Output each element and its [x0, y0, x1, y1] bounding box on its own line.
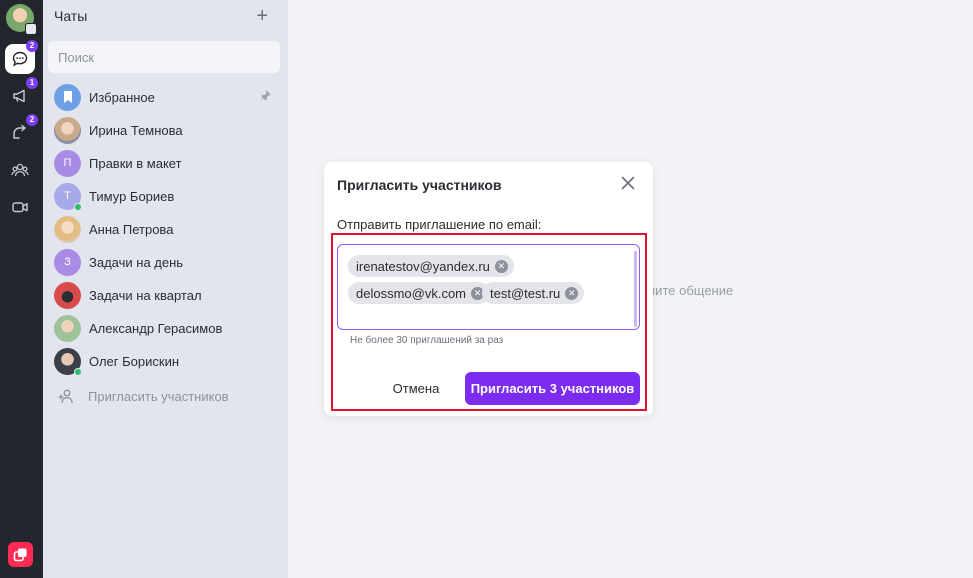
invite-modal: Пригласить участников Отправить приглаше… [324, 162, 653, 416]
chat-name: Правки в макет [89, 155, 182, 171]
cancel-button[interactable]: Отмена [384, 372, 448, 404]
chat-item-favorites[interactable]: Избранное [54, 83, 279, 111]
channels-unread-badge: 1 [26, 77, 38, 89]
email-chip: delossmo@vk.com ✕ [348, 282, 491, 304]
contacts-nav-button[interactable] [5, 155, 35, 185]
threads-unread-badge: 2 [26, 114, 38, 126]
video-camera-icon [12, 202, 28, 213]
chats-unread-badge: 2 [26, 40, 38, 52]
email-chip: test@test.ru ✕ [482, 282, 585, 304]
people-icon [11, 163, 29, 177]
field-scrollbar[interactable] [634, 251, 637, 327]
avatar: З [54, 248, 81, 276]
chat-name: Задачи на квартал [89, 287, 202, 303]
chat-name: Анна Петрова [89, 221, 174, 237]
logo-glyph-icon [13, 548, 27, 562]
avatar [54, 314, 81, 342]
avatar [54, 347, 82, 376]
avatar: П [54, 149, 81, 177]
email-chip-text: test@test.ru [490, 285, 561, 301]
email-chip: irenatestov@yandex.ru ✕ [348, 255, 514, 277]
modal-title: Пригласить участников [337, 177, 502, 193]
avatar [54, 116, 81, 144]
email-tags-input[interactable]: irenatestov@yandex.ru ✕ delossmo@vk.com … [337, 244, 640, 330]
chat-name: Александр Герасимов [89, 320, 223, 336]
chat-item[interactable]: П Правки в макет [54, 149, 279, 177]
chat-item[interactable]: Ирина Темнова [54, 116, 279, 144]
threads-nav-button[interactable]: 2 [5, 114, 38, 148]
online-indicator [74, 202, 82, 211]
chat-name: Избранное [89, 89, 155, 105]
remove-chip-icon[interactable]: ✕ [565, 286, 579, 300]
chat-name: Олег Борискин [89, 353, 180, 369]
megaphone-icon [13, 89, 25, 103]
avatar [54, 215, 81, 243]
avatar-initial: Т [64, 190, 71, 202]
app-logo-icon[interactable] [8, 542, 33, 567]
email-chip-text: irenatestov@yandex.ru [356, 258, 490, 274]
search-input[interactable] [48, 41, 280, 73]
chat-item[interactable]: З Задачи на день [54, 248, 279, 276]
invite-limit-hint: Не более 30 приглашений за раз [350, 335, 504, 346]
chat-item[interactable]: Задачи на квартал [54, 281, 279, 309]
chat-item[interactable]: Анна Петрова [54, 215, 279, 243]
close-icon[interactable] [621, 176, 635, 190]
invite-participants-link[interactable]: Пригласить участников [58, 388, 229, 404]
chat-item[interactable]: Олег Борискин [54, 347, 279, 376]
add-user-icon [58, 389, 73, 404]
panel-title: Чаты [54, 8, 88, 24]
email-chip-text: delossmo@vk.com [356, 285, 467, 301]
chat-name: Тимур Бориев [89, 188, 175, 204]
pin-icon[interactable] [260, 90, 271, 101]
empty-state-hint: ните общение [648, 283, 734, 298]
user-avatar[interactable] [6, 4, 37, 35]
channels-nav-button[interactable]: 1 [5, 77, 38, 111]
invite-submit-button[interactable]: Пригласить 3 участников [465, 372, 640, 405]
chats-nav-button[interactable]: 2 [5, 40, 38, 74]
chat-name: Ирина Темнова [89, 122, 183, 138]
bookmark-avatar-icon [54, 83, 81, 111]
avatar: Т [54, 182, 82, 211]
invite-participants-label: Пригласить участников [88, 388, 229, 404]
chat-item[interactable]: Т Тимур Бориев [54, 182, 279, 211]
chat-bubble-icon [12, 51, 28, 67]
new-chat-plus-icon[interactable]: + [256, 6, 268, 26]
email-label: Отправить приглашение по email: [337, 217, 542, 232]
threads-icon [13, 124, 26, 139]
remove-chip-icon[interactable]: ✕ [494, 259, 508, 273]
avatar [54, 281, 81, 309]
video-nav-button[interactable] [5, 192, 35, 222]
calendar-status-icon [25, 23, 37, 35]
chat-item[interactable]: Александр Герасимов [54, 314, 279, 342]
chat-name: Задачи на день [89, 254, 184, 270]
app-rail: 2 1 2 [0, 0, 43, 578]
chats-panel: Чаты + Избранное Ирина Темнова П Правки … [43, 0, 288, 578]
online-indicator [74, 367, 82, 376]
